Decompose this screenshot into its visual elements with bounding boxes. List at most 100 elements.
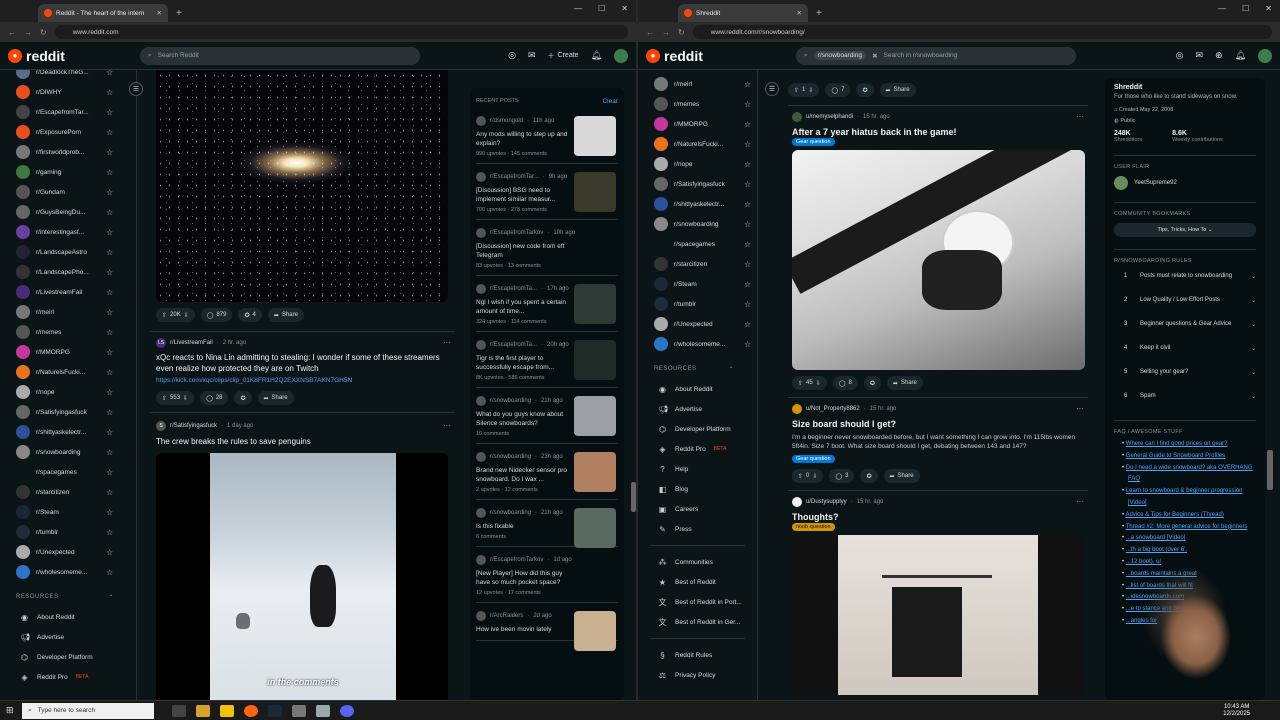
more-options-icon[interactable]: ··· xyxy=(443,338,451,347)
award-button[interactable]: ✪ xyxy=(860,469,878,483)
downvote-icon[interactable]: ⇩ xyxy=(184,312,189,319)
award-button[interactable]: ✪ xyxy=(863,376,881,390)
faq-link[interactable]: ...idesnowboards.com xyxy=(1126,594,1184,600)
chevron-down-icon[interactable]: ⌄ xyxy=(1251,297,1256,304)
favorite-star-icon[interactable]: ☆ xyxy=(744,260,751,269)
favorite-star-icon[interactable]: ☆ xyxy=(106,368,113,377)
user-flair-row[interactable]: YeetSupreme92 xyxy=(1114,176,1256,190)
taskbar-search[interactable]: ⌕ Type here to search xyxy=(22,702,154,719)
post-xqc[interactable]: LS r/LivestreamFail · 2 hr. ago ··· xQc rea… xyxy=(150,336,455,406)
favorite-star-icon[interactable]: ☆ xyxy=(106,148,113,157)
favorite-star-icon[interactable]: ☆ xyxy=(744,280,751,289)
resource-link[interactable]: ◧ Blog xyxy=(638,479,757,499)
sidebar-item[interactable]: r/starcitizen ☆ xyxy=(0,482,136,502)
faq-link[interactable]: Advice & Tips for Beginners (Thread) xyxy=(1125,512,1223,518)
sidebar-item[interactable]: r/tumblr ☆ xyxy=(638,294,757,314)
faq-link[interactable]: General Guide to Snowboard Profiles xyxy=(1126,453,1225,459)
favorite-star-icon[interactable]: ☆ xyxy=(106,348,113,357)
post-title[interactable]: Size board should I get? xyxy=(792,418,1088,430)
galaxy-image[interactable] xyxy=(156,70,448,302)
windows-start-icon[interactable]: ⊞ xyxy=(6,705,14,716)
subreddit-search-chip[interactable]: r/snowboarding xyxy=(813,51,867,60)
favorite-star-icon[interactable]: ☆ xyxy=(106,448,113,457)
sidebar-item[interactable]: r/Steam ☆ xyxy=(638,274,757,294)
rule-item[interactable]: 6 Spam ⌄ xyxy=(1114,384,1256,408)
sidebar-item[interactable]: r/memes ☆ xyxy=(638,94,757,114)
recent-post-item[interactable]: r/ArcRaiders · 2d ago How ive been movin la… xyxy=(476,603,618,651)
discord-icon[interactable] xyxy=(340,704,354,717)
minimize-icon[interactable]: — xyxy=(574,4,582,13)
sidebar-item[interactable]: r/Steam ☆ xyxy=(0,502,136,522)
clear-chip-icon[interactable]: ✖ xyxy=(872,52,877,60)
favorite-star-icon[interactable]: ☆ xyxy=(106,208,113,217)
new-tab-icon[interactable]: + xyxy=(176,8,182,19)
sidebar-item[interactable]: r/nope ☆ xyxy=(638,154,757,174)
resource-link[interactable]: 文 Best of Reddit in Ger... xyxy=(638,612,757,632)
notifications-icon[interactable]: 🔔︎ xyxy=(1235,50,1246,61)
scrollbar-far-right[interactable] xyxy=(1268,450,1273,490)
recent-post-item[interactable]: r/snowboarding · 23h ago Brand new Nidecker… xyxy=(476,444,618,500)
close-window-icon[interactable]: ✕ xyxy=(621,4,628,13)
maximize-icon[interactable]: ☐ xyxy=(1242,4,1249,13)
tab-reddit-home[interactable]: Reddit - The heart of the intern ✕ xyxy=(38,4,168,22)
comments-button[interactable]: ◯ 8 xyxy=(832,376,858,390)
sidebar-item[interactable]: r/Satisfyingasfuck ☆ xyxy=(638,174,757,194)
forward-icon[interactable]: → xyxy=(24,28,32,37)
file-explorer-icon[interactable] xyxy=(196,704,210,717)
favorite-star-icon[interactable]: ☆ xyxy=(106,388,113,397)
sidebar-item[interactable]: r/ExposurePorn ☆ xyxy=(0,122,136,142)
sidebar-toggle-icon[interactable]: ☰ xyxy=(129,82,143,96)
sidebar-item[interactable]: r/Gundam ☆ xyxy=(0,182,136,202)
sidebar-item[interactable]: r/snowboarding ☆ xyxy=(638,214,757,234)
favorite-star-icon[interactable]: ☆ xyxy=(106,328,113,337)
sidebar-item[interactable]: r/meirl ☆ xyxy=(638,74,757,94)
favorite-star-icon[interactable]: ☆ xyxy=(106,508,113,517)
recent-post-item[interactable]: r/EscapefromTarkov · 1d ago [New Player] Ho… xyxy=(476,547,618,603)
video-player[interactable]: in the comments xyxy=(156,453,448,700)
rule-item[interactable]: 2 Low Quality / Low Effort Posts ⌄ xyxy=(1114,288,1256,312)
resource-link[interactable]: ? Help xyxy=(638,459,757,479)
resource-link[interactable]: § Reddit Rules xyxy=(638,645,757,665)
notifications-icon[interactable]: 🔔︎ xyxy=(591,50,602,61)
resource-link[interactable]: 📢︎ Advertise xyxy=(638,399,757,419)
maximize-icon[interactable]: ☐ xyxy=(598,4,605,13)
post-flair[interactable]: Gear question xyxy=(792,138,835,146)
sidebar-item[interactable]: r/gaming ☆ xyxy=(0,162,136,182)
favorite-star-icon[interactable]: ☆ xyxy=(106,168,113,177)
post-user[interactable]: u/Not_Property8862 xyxy=(806,406,860,412)
favorite-star-icon[interactable]: ☆ xyxy=(106,528,113,537)
favorite-star-icon[interactable]: ☆ xyxy=(106,568,113,577)
more-options-icon[interactable]: ··· xyxy=(1076,112,1084,121)
more-options-icon[interactable]: ··· xyxy=(1076,404,1084,413)
award-button[interactable]: ✪ xyxy=(856,83,874,97)
post-subreddit[interactable]: r/Satisfyingasfuck xyxy=(170,423,217,429)
resource-link[interactable]: ⚖ Privacy Policy xyxy=(638,665,757,685)
post-flair[interactable]: Gear question xyxy=(792,455,835,463)
helmet-photo[interactable] xyxy=(792,150,1085,370)
resource-link[interactable]: ◈ Reddit Pro BETA xyxy=(0,667,136,687)
sidebar-item[interactable]: r/meirl ☆ xyxy=(0,302,136,322)
recent-post-item[interactable]: r/snowboarding · 21h ago What do you guys k… xyxy=(476,388,618,444)
post-galaxy[interactable]: ⇧ 20K ⇩ ◯ 879 ✪ 4 ➦ Share xyxy=(150,70,455,323)
sidebar-item[interactable]: r/Satisfyingasfuck ☆ xyxy=(0,402,136,422)
avatar[interactable] xyxy=(1258,48,1272,63)
sidebar-item[interactable]: r/snowboarding ☆ xyxy=(0,442,136,462)
share-button[interactable]: ➦ Share xyxy=(883,469,920,483)
upvote-icon[interactable]: ⇧ xyxy=(162,395,167,402)
sidebar-item[interactable]: r/DIWHY ☆ xyxy=(0,82,136,102)
resource-link[interactable]: ⌬ Developer Platform xyxy=(638,419,757,439)
sidebar-item[interactable]: r/memes ☆ xyxy=(0,322,136,342)
post-penguins[interactable]: Sr/Satisfyingasfuck · 1 day ago ··· The cr… xyxy=(150,419,455,700)
sidebar-item[interactable]: r/LandscapePho... ☆ xyxy=(0,262,136,282)
post-user[interactable]: u/memyselphandi xyxy=(806,114,853,120)
downvote-icon[interactable]: ⇩ xyxy=(816,380,821,387)
url-field[interactable]: www.reddit.com xyxy=(54,25,628,39)
sidebar-item[interactable]: r/EscapefromTar... ☆ xyxy=(0,102,136,122)
reload-icon[interactable]: ↻ xyxy=(678,28,685,37)
sidebar-item[interactable]: r/tumblr ☆ xyxy=(0,522,136,542)
reload-icon[interactable]: ↻ xyxy=(40,28,47,37)
sidebar-item[interactable]: r/spacegames ☆ xyxy=(638,234,757,254)
upvote-icon[interactable]: ⇧ xyxy=(794,87,799,94)
recent-post-item[interactable]: r/EscapefromTa... · 20h ago Tigr is the fir… xyxy=(476,332,618,388)
favorite-star-icon[interactable]: ☆ xyxy=(106,248,113,257)
